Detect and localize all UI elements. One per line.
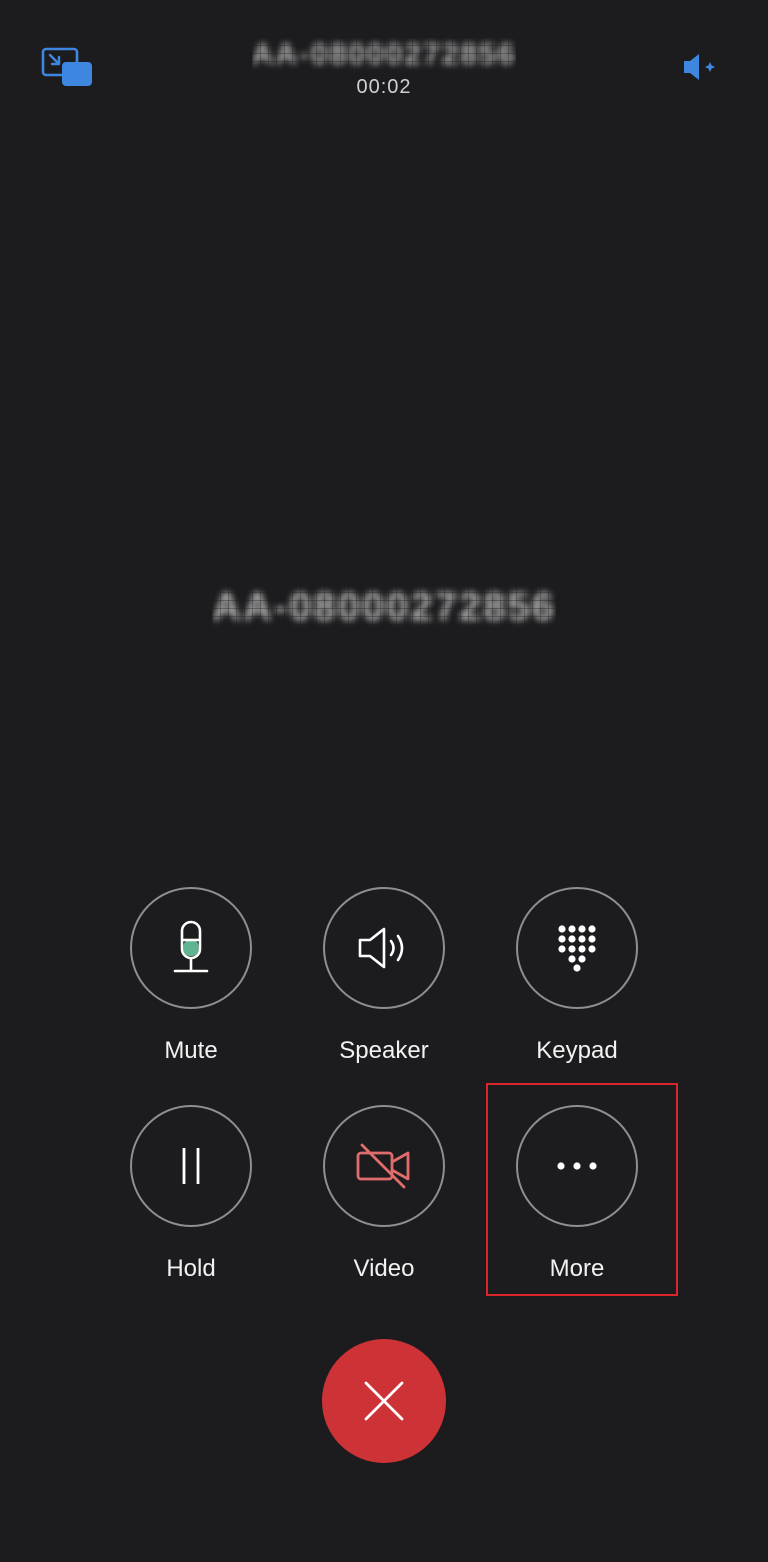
call-timer: 00:02 xyxy=(356,76,412,98)
highlight-annotation-box xyxy=(486,1083,678,1296)
keypad-circle xyxy=(516,887,638,1009)
video-circle xyxy=(323,1105,445,1227)
keypad-icon xyxy=(558,925,596,972)
redacted-caller-name: AA-08000272856 xyxy=(212,584,556,630)
pause-icon xyxy=(182,1148,200,1184)
keypad-button[interactable]: Keypad xyxy=(487,887,667,1065)
speaker-circle xyxy=(323,887,445,1009)
caller-name: AA-08000272856 xyxy=(0,582,768,632)
hold-circle xyxy=(130,1105,252,1227)
speaker-sparkle-icon xyxy=(684,54,715,80)
video-button[interactable]: Video xyxy=(294,1105,474,1283)
redacted-caller-id: AA-08000272856 xyxy=(251,38,517,72)
audio-route-button[interactable] xyxy=(680,50,720,84)
microphone-icon xyxy=(173,920,209,973)
header-caller-id: AA-08000272856 xyxy=(0,38,768,72)
end-call-button[interactable] xyxy=(322,1339,446,1463)
speaker-icon xyxy=(358,927,404,969)
mute-label: Mute xyxy=(164,1037,218,1064)
speaker-button[interactable]: Speaker xyxy=(294,887,474,1065)
keypad-label: Keypad xyxy=(536,1037,618,1064)
mute-circle xyxy=(130,887,252,1009)
hold-button[interactable]: Hold xyxy=(101,1105,281,1283)
video-off-icon xyxy=(356,1143,410,1189)
close-icon xyxy=(364,1381,404,1421)
hold-label: Hold xyxy=(166,1255,216,1282)
speaker-label: Speaker xyxy=(339,1037,429,1064)
mute-button[interactable]: Mute xyxy=(101,887,281,1065)
video-label: Video xyxy=(353,1255,415,1282)
